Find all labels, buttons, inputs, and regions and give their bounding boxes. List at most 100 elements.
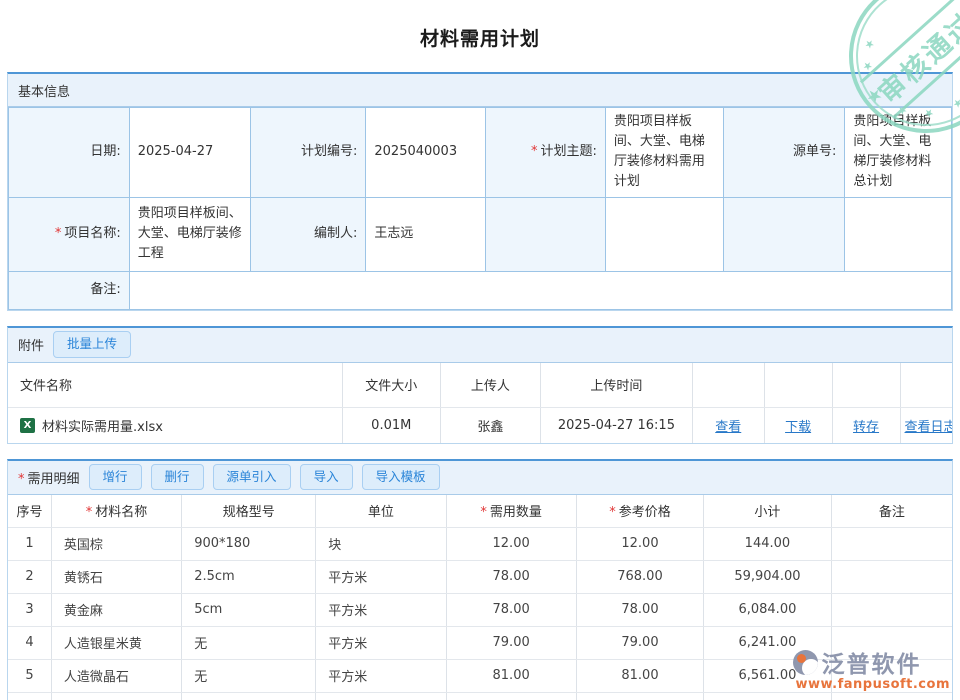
row-index: 5 <box>8 659 51 692</box>
project-label: *项目名称: <box>9 197 130 271</box>
import-button[interactable]: 导入 <box>300 464 353 491</box>
unit: 平方米 <box>316 659 446 692</box>
empty-label-cell <box>486 197 606 271</box>
import-template-button[interactable]: 导入模板 <box>362 464 440 491</box>
file-name-cell: X 材料实际需用量.xlsx <box>8 407 342 443</box>
subtotal: 144.00 <box>704 527 831 560</box>
spec: 2.5cm <box>182 560 316 593</box>
author-value: 王志远 <box>366 197 486 271</box>
remark-label: 备注: <box>9 271 130 309</box>
col-uploader: 上传人 <box>440 363 540 408</box>
price: 12.00 <box>576 527 703 560</box>
plan-no-value: 2025040003 <box>366 108 486 198</box>
required-marker: * <box>18 472 25 487</box>
col-action-2 <box>764 363 832 408</box>
date-value: 2025-04-27 <box>129 108 251 198</box>
transfer-link[interactable]: 转存 <box>853 420 879 435</box>
attachments-table: 文件名称 文件大小 上传人 上传时间 X 材料实际需用量.xlsx 0.01M … <box>8 363 952 443</box>
attachments-section-header: 附件 批量上传 <box>8 328 952 363</box>
price: 81.00 <box>576 659 703 692</box>
requirement-detail-section: *需用明细 增行 删行 源单引入 导入 导入模板 序号 *材料名称 规格型号 单… <box>7 459 953 700</box>
subtotal: 59,904.00 <box>704 560 831 593</box>
spec: 无 <box>182 692 316 700</box>
qty: 81.00 <box>446 692 576 700</box>
detail-row-3: 3 黄金麻 5cm 平方米 78.00 78.00 6,084.00 <box>8 593 952 626</box>
empty-value-cell <box>605 197 723 271</box>
detail-table: 序号 *材料名称 规格型号 单位 *需用数量 *参考价格 小计 备注 1 英国棕… <box>8 495 952 700</box>
spec: 无 <box>182 659 316 692</box>
price: 79.00 <box>576 692 703 700</box>
unit: 平方米 <box>316 593 446 626</box>
detail-title: *需用明细 <box>18 468 80 487</box>
remark <box>831 593 952 626</box>
required-marker: * <box>480 505 487 520</box>
unit: 平方米 <box>316 626 446 659</box>
qty: 12.00 <box>446 527 576 560</box>
qty: 78.00 <box>446 593 576 626</box>
basic-info-section: 基本信息 日期: 2025-04-27 计划编号: 2025040003 *计划… <box>7 72 953 311</box>
empty-label-cell <box>723 197 845 271</box>
source-import-button[interactable]: 源单引入 <box>213 464 291 491</box>
price: 78.00 <box>576 593 703 626</box>
col-spec: 规格型号 <box>182 495 316 528</box>
subtotal: 6,084.00 <box>704 593 831 626</box>
delete-row-button[interactable]: 删行 <box>151 464 204 491</box>
material-name: 黄金麻 <box>51 593 181 626</box>
detail-row-5: 5 人造微晶石 无 平方米 81.00 81.00 6,561.00 <box>8 659 952 692</box>
download-link[interactable]: 下载 <box>785 420 811 435</box>
file-size: 0.01M <box>342 407 440 443</box>
add-row-button[interactable]: 增行 <box>89 464 142 491</box>
file-uploader: 张鑫 <box>440 407 540 443</box>
material-name: 人造微晶石 <box>51 659 181 692</box>
attachment-row: X 材料实际需用量.xlsx 0.01M 张鑫 2025-04-27 16:15… <box>8 407 952 443</box>
excel-file-icon: X <box>20 418 35 433</box>
col-action-4 <box>900 363 952 408</box>
spec: 5cm <box>182 593 316 626</box>
spec: 无 <box>182 626 316 659</box>
subtotal: 6,241.00 <box>704 626 831 659</box>
view-log-link[interactable]: 查看日志 <box>905 420 952 435</box>
qty: 81.00 <box>446 659 576 692</box>
spec: 900*180 <box>182 527 316 560</box>
subject-label: *计划主题: <box>486 108 606 198</box>
subject-value: 贵阳项目样板间、大堂、电梯厅装修材料需用计划 <box>605 108 723 198</box>
col-file-name: 文件名称 <box>8 363 342 408</box>
basic-info-section-header: 基本信息 <box>8 74 952 107</box>
material-name: 白色乳胶漆 <box>51 692 181 700</box>
attachments-header-row: 文件名称 文件大小 上传人 上传时间 <box>8 363 952 408</box>
basic-info-row-1: 日期: 2025-04-27 计划编号: 2025040003 *计划主题: 贵… <box>9 108 952 198</box>
col-qty: *需用数量 <box>446 495 576 528</box>
price: 79.00 <box>576 626 703 659</box>
material-name: 黄锈石 <box>51 560 181 593</box>
batch-upload-button[interactable]: 批量上传 <box>53 331 131 358</box>
file-upload-time: 2025-04-27 16:15 <box>540 407 692 443</box>
attachments-title: 附件 <box>18 335 44 354</box>
detail-row-2: 2 黄锈石 2.5cm 平方米 78.00 768.00 59,904.00 <box>8 560 952 593</box>
col-remark: 备注 <box>831 495 952 528</box>
file-name: 材料实际需用量.xlsx <box>42 416 163 435</box>
material-name: 英国棕 <box>51 527 181 560</box>
remark-value <box>129 271 951 309</box>
row-index: 6 <box>8 692 51 700</box>
basic-info-title: 基本信息 <box>18 81 70 100</box>
material-requirement-plan-page: 材料需用计划 基本信息 日期: 2025-04-27 计划编号: 2025040… <box>0 0 960 700</box>
col-upload-time: 上传时间 <box>540 363 692 408</box>
detail-header-row: 序号 *材料名称 规格型号 单位 *需用数量 *参考价格 小计 备注 <box>8 495 952 528</box>
col-action-1 <box>692 363 764 408</box>
basic-info-row-2: *项目名称: 贵阳项目样板间、大堂、电梯厅装修工程 编制人: 王志远 <box>9 197 952 271</box>
page-title: 材料需用计划 <box>0 0 960 51</box>
col-unit: 单位 <box>316 495 446 528</box>
required-marker: * <box>55 226 62 241</box>
remark <box>831 527 952 560</box>
col-file-size: 文件大小 <box>342 363 440 408</box>
basic-info-table: 日期: 2025-04-27 计划编号: 2025040003 *计划主题: 贵… <box>8 107 952 310</box>
author-label: 编制人: <box>251 197 366 271</box>
view-link[interactable]: 查看 <box>715 420 741 435</box>
row-index: 2 <box>8 560 51 593</box>
col-action-3 <box>832 363 900 408</box>
material-name: 人造银星米黄 <box>51 626 181 659</box>
col-price: *参考价格 <box>576 495 703 528</box>
row-index: 3 <box>8 593 51 626</box>
remark <box>831 692 952 700</box>
unit: 平方米 <box>316 560 446 593</box>
